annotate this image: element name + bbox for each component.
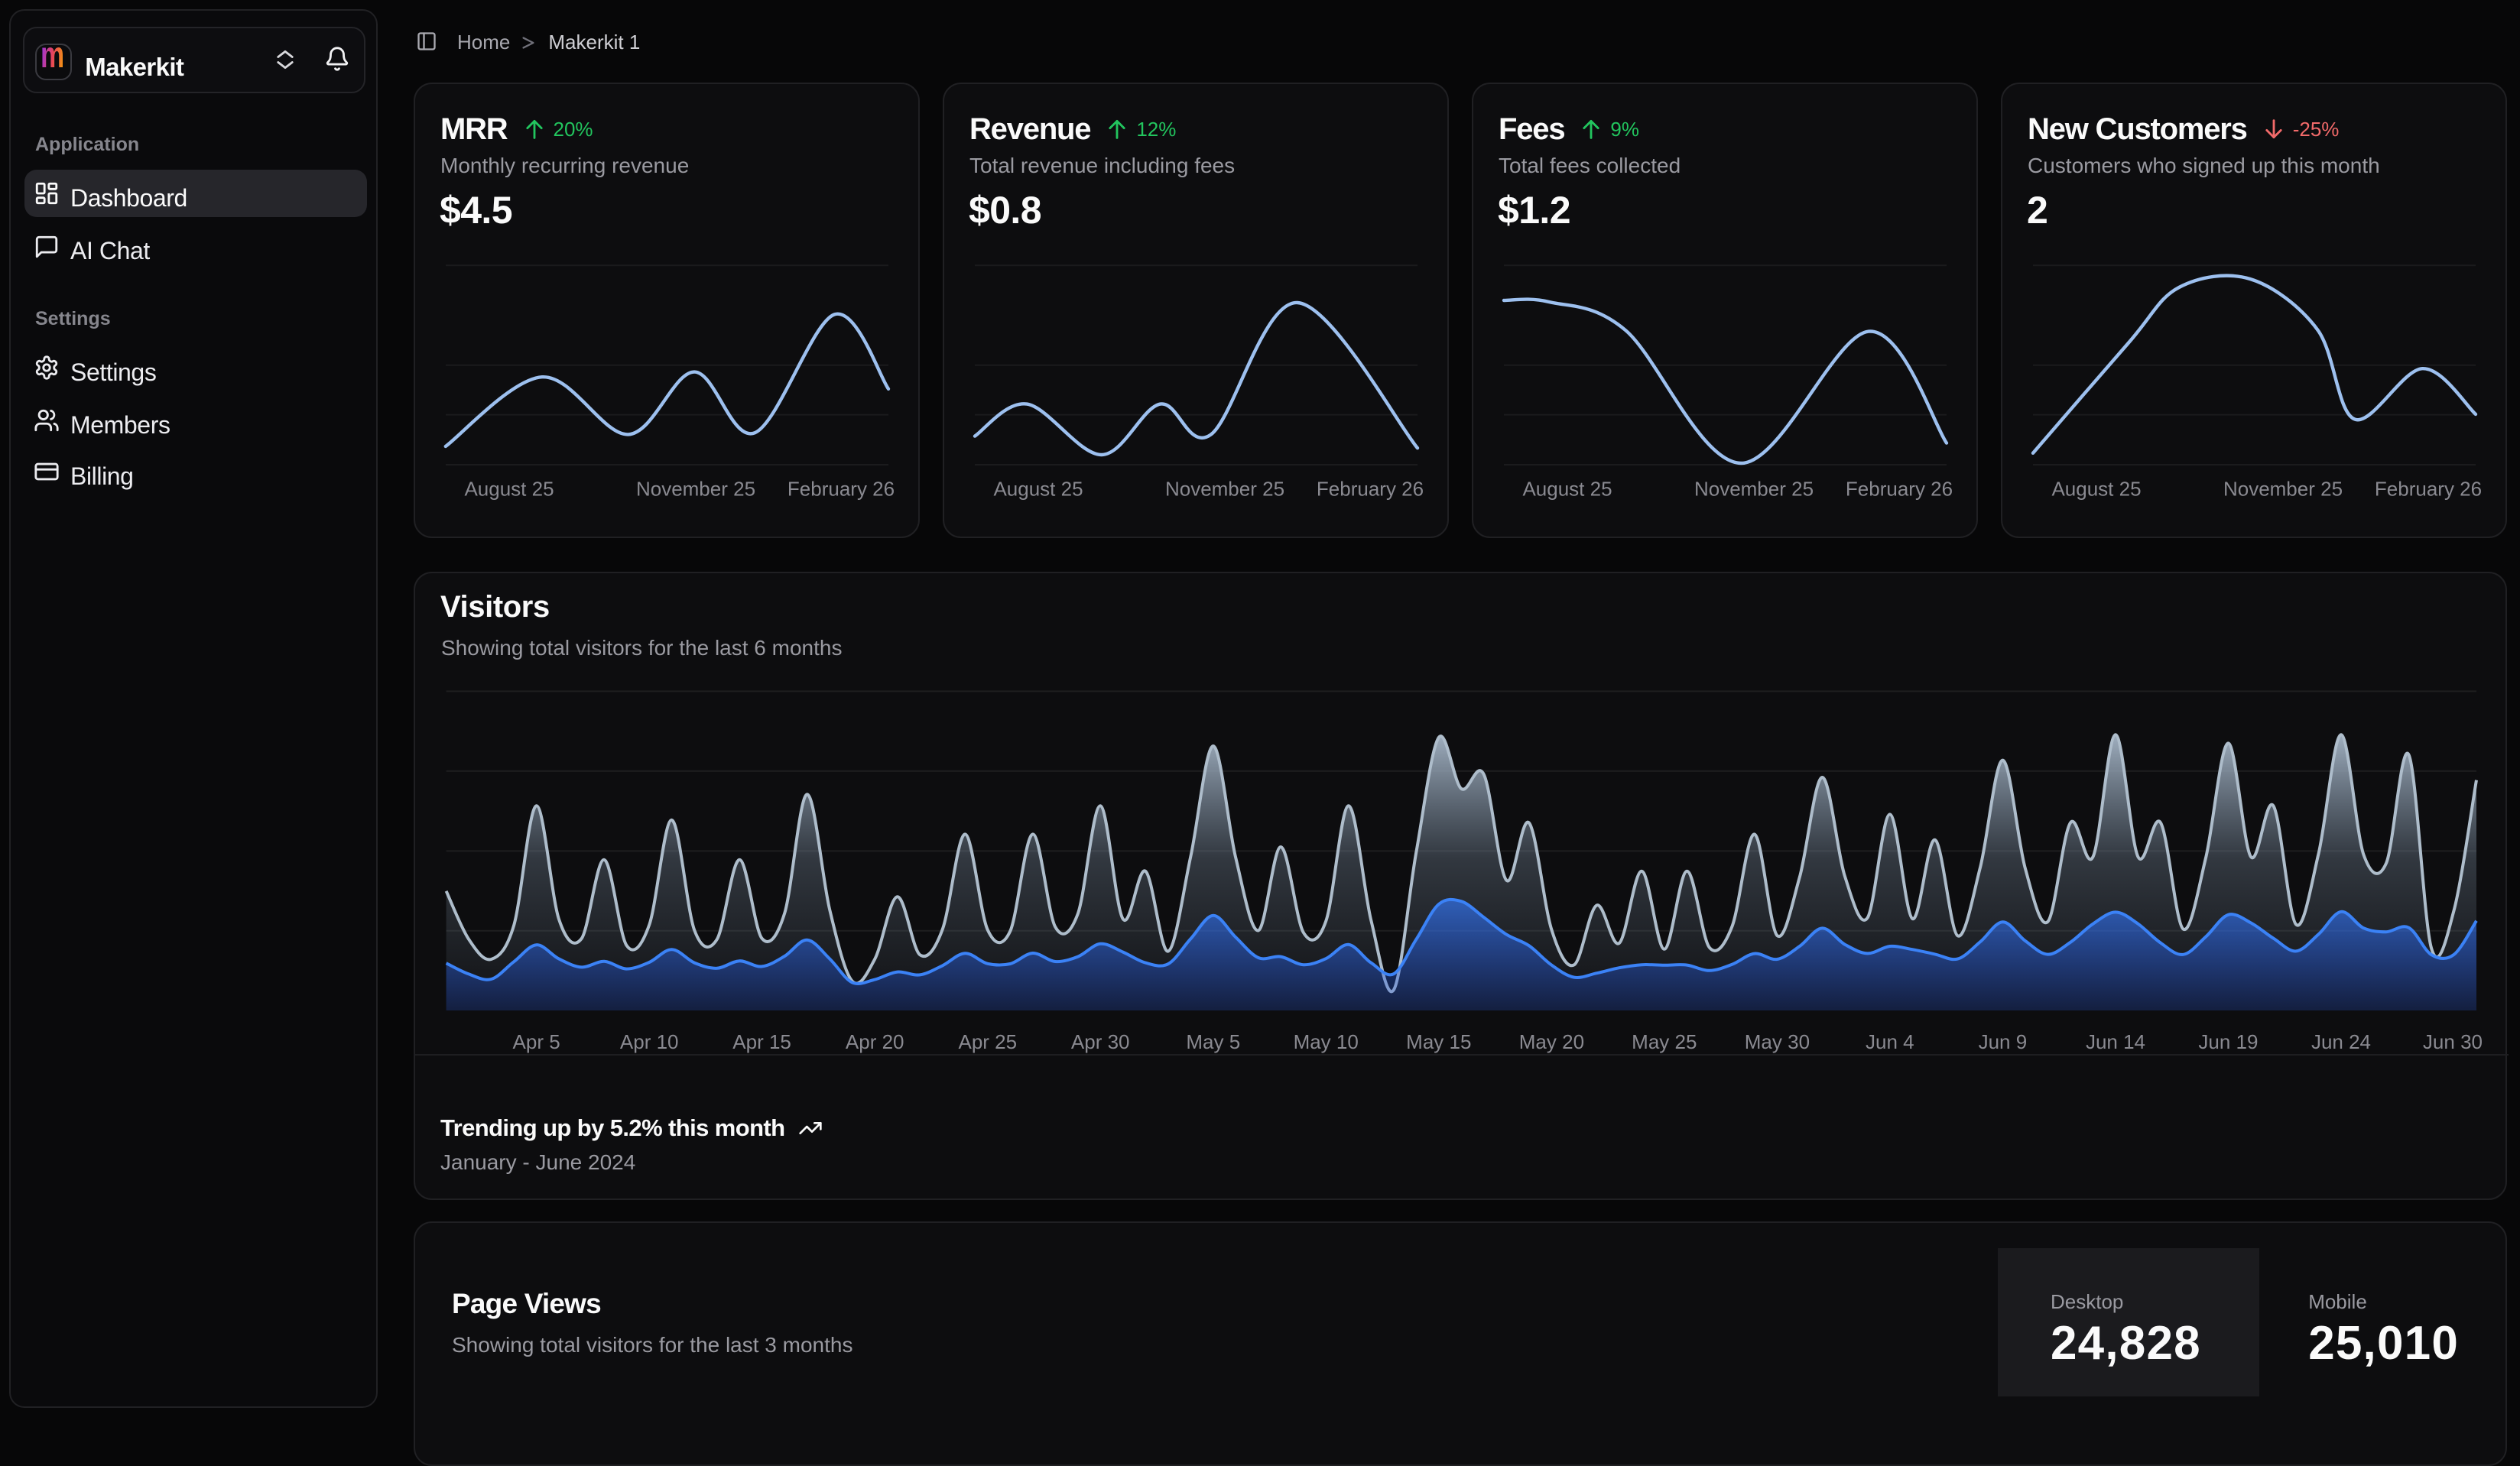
svg-text:May 25: May 25: [1632, 1030, 1697, 1053]
svg-text:Jun 14: Jun 14: [2086, 1030, 2145, 1053]
svg-text:Apr 15: Apr 15: [732, 1030, 791, 1053]
svg-text:August 25: August 25: [2051, 478, 2141, 501]
svg-text:Jun 30: Jun 30: [2423, 1030, 2483, 1053]
svg-text:November 25: November 25: [2223, 478, 2343, 501]
svg-text:May 10: May 10: [1294, 1030, 1359, 1053]
svg-text:Apr 10: Apr 10: [620, 1030, 679, 1053]
svg-text:May 20: May 20: [1519, 1030, 1584, 1053]
svg-text:Jun 4: Jun 4: [1866, 1030, 1914, 1053]
svg-text:February 26: February 26: [2375, 478, 2482, 501]
svg-text:Apr 25: Apr 25: [958, 1030, 1017, 1053]
svg-text:February 26: February 26: [1317, 478, 1424, 501]
svg-text:Apr 20: Apr 20: [846, 1030, 904, 1053]
svg-text:February 26: February 26: [1846, 478, 1953, 501]
svg-text:August 25: August 25: [464, 478, 554, 501]
svg-text:August 25: August 25: [993, 478, 1083, 501]
svg-text:August 25: August 25: [1522, 478, 1612, 501]
svg-text:Apr 30: Apr 30: [1071, 1030, 1130, 1053]
svg-text:February 26: February 26: [788, 478, 895, 501]
svg-text:Jun 24: Jun 24: [2311, 1030, 2371, 1053]
svg-text:Jun 9: Jun 9: [1979, 1030, 2028, 1053]
svg-text:May 15: May 15: [1406, 1030, 1471, 1053]
svg-text:November 25: November 25: [636, 478, 755, 501]
svg-text:May 30: May 30: [1745, 1030, 1810, 1053]
svg-text:November 25: November 25: [1165, 478, 1284, 501]
svg-text:November 25: November 25: [1694, 478, 1814, 501]
svg-text:May 5: May 5: [1186, 1030, 1240, 1053]
svg-text:Apr 5: Apr 5: [513, 1030, 560, 1053]
svg-text:Jun 19: Jun 19: [2198, 1030, 2258, 1053]
